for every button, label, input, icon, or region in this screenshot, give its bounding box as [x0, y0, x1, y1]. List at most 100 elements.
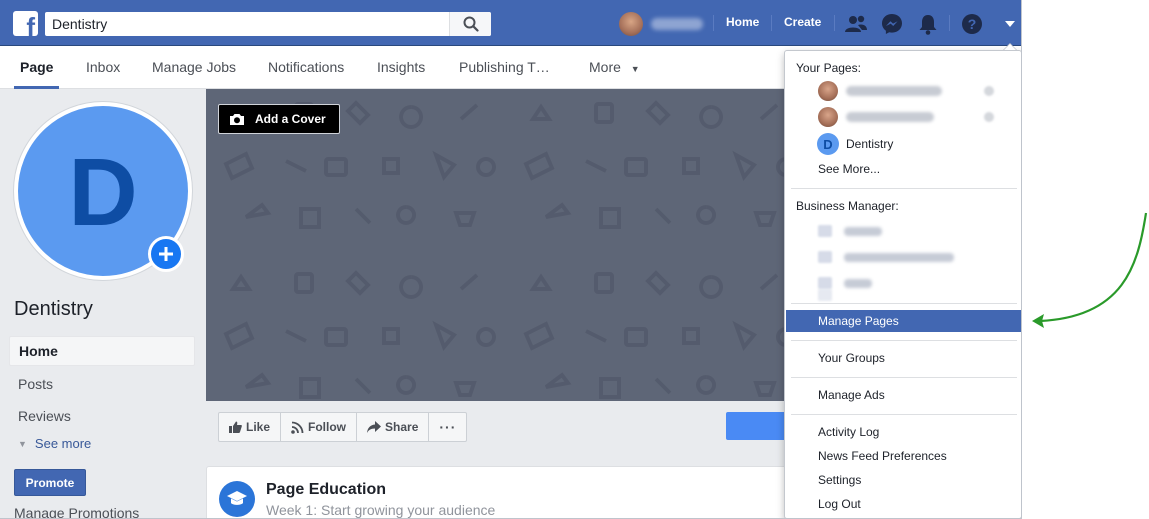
business-icon — [818, 289, 832, 301]
manage-pages-menu-item[interactable]: Manage Pages — [786, 310, 1021, 332]
home-link[interactable]: Home — [726, 15, 759, 29]
page-education-title: Page Education — [266, 481, 387, 498]
business-manager-item-redacted[interactable] — [818, 286, 832, 304]
page-left-column: D Dentistry Home Posts Reviews ▼ See mor… — [0, 89, 206, 518]
left-menu-see-more[interactable]: ▼ See more — [9, 432, 195, 456]
notification-badge — [984, 86, 994, 96]
avatar — [818, 81, 838, 101]
tab-publishing-tools[interactable]: Publishing T… — [459, 46, 550, 89]
dropdown-page-item-dentistry[interactable]: D Dentistry — [785, 133, 1021, 155]
avatar — [619, 12, 643, 36]
notification-badge — [984, 112, 994, 122]
see-more-label: See more — [34, 436, 92, 451]
log-out-menu-item[interactable]: Log Out — [785, 493, 1021, 515]
left-menu-posts[interactable]: Posts — [9, 368, 195, 400]
business-icon — [818, 251, 832, 263]
redacted-business-name — [844, 278, 872, 288]
thumbs-up-icon — [229, 421, 242, 433]
svg-text:?: ? — [968, 16, 977, 32]
business-manager-item-redacted[interactable] — [818, 222, 882, 240]
annotation-arrow — [1032, 212, 1148, 328]
redacted-business-name — [844, 252, 954, 262]
follow-label: Follow — [308, 420, 347, 434]
profile-name-redacted — [651, 18, 703, 30]
tab-page[interactable]: Page — [14, 46, 60, 89]
search-button[interactable] — [449, 12, 491, 36]
friend-requests-icon[interactable] — [844, 12, 868, 36]
settings-menu-item[interactable]: Settings — [785, 469, 1021, 491]
camera-icon — [230, 113, 244, 125]
chevron-down-icon: ▼ — [630, 64, 640, 74]
dropdown-divider — [791, 340, 1017, 341]
more-options-button[interactable]: ··· — [429, 413, 466, 441]
dropdown-page-item-redacted[interactable] — [818, 81, 942, 101]
add-cover-label: Add a Cover — [255, 112, 326, 126]
tab-inbox[interactable]: Inbox — [86, 46, 120, 89]
left-menu-home[interactable]: Home — [9, 336, 195, 366]
page-education-card: Page Education Week 1: Start growing you… — [206, 466, 806, 518]
tab-insights[interactable]: Insights — [377, 46, 425, 89]
tab-more-label: More — [589, 59, 621, 75]
call-to-action-button[interactable] — [726, 412, 786, 440]
more-dots-icon: ··· — [439, 419, 457, 435]
account-dropdown-menu: Your Pages: D Dentistry See More... Busi… — [784, 50, 1021, 518]
page-education-subtitle[interactable]: Week 1: Start growing your audience — [266, 502, 495, 518]
share-label: Share — [385, 420, 419, 434]
dropdown-divider — [791, 377, 1017, 378]
dropdown-divider — [791, 414, 1017, 415]
dropdown-caret-inner — [1004, 44, 1016, 50]
business-icon — [818, 225, 832, 237]
tab-more[interactable]: More ▼ — [589, 46, 640, 89]
create-link[interactable]: Create — [784, 15, 821, 29]
nav-divider — [834, 15, 835, 31]
graduation-cap-icon — [219, 481, 255, 517]
page-action-buttons: Like Follow Share ··· — [218, 412, 468, 442]
tab-manage-jobs[interactable]: Manage Jobs — [152, 46, 236, 89]
redacted-page-name — [846, 112, 934, 122]
avatar — [818, 107, 838, 127]
browser-page: f Home Create — [0, 0, 1022, 519]
rss-follow-icon — [291, 421, 304, 434]
news-feed-preferences-menu-item[interactable]: News Feed Preferences — [785, 445, 1021, 467]
account-menu-caret-icon[interactable] — [998, 12, 1021, 36]
manage-ads-menu-item[interactable]: Manage Ads — [785, 384, 1021, 406]
dropdown-divider — [791, 188, 1017, 189]
search-icon — [463, 16, 479, 32]
dropdown-see-more[interactable]: See More... — [785, 158, 1021, 180]
messenger-icon[interactable] — [880, 12, 904, 36]
avatar: D — [817, 133, 839, 155]
nav-divider — [771, 15, 772, 31]
your-groups-menu-item[interactable]: Your Groups — [785, 347, 1021, 369]
business-manager-item-redacted[interactable] — [818, 248, 954, 266]
notifications-icon[interactable] — [916, 12, 940, 36]
redacted-page-name — [846, 86, 942, 96]
share-button[interactable]: Share — [357, 413, 430, 441]
manage-promotions-link[interactable]: Manage Promotions — [14, 505, 139, 518]
page-avatar-letter: D — [68, 139, 138, 246]
search-box — [45, 12, 491, 36]
like-label: Like — [246, 420, 271, 434]
like-button[interactable]: Like — [219, 413, 282, 441]
nav-divider — [713, 15, 714, 31]
activity-log-menu-item[interactable]: Activity Log — [785, 421, 1021, 443]
redacted-business-name — [844, 226, 882, 236]
share-arrow-icon — [367, 421, 382, 433]
follow-button[interactable]: Follow — [281, 413, 358, 441]
nav-divider — [949, 15, 950, 31]
chevron-down-icon: ▼ — [18, 439, 27, 449]
your-pages-header: Your Pages: — [796, 61, 861, 75]
search-input[interactable] — [45, 12, 450, 36]
help-icon[interactable]: ? — [960, 12, 984, 36]
add-cover-button[interactable]: Add a Cover — [218, 104, 340, 134]
promote-button[interactable]: Promote — [14, 469, 86, 496]
profile-link[interactable] — [619, 11, 703, 37]
tab-notifications[interactable]: Notifications — [268, 46, 344, 89]
add-profile-picture-button[interactable] — [148, 236, 184, 272]
facebook-logo-icon[interactable]: f — [13, 11, 38, 36]
annotation-arrow-line — [1039, 212, 1148, 323]
top-navigation-bar: f Home Create — [0, 0, 1021, 46]
plus-icon — [159, 247, 173, 261]
left-menu-reviews[interactable]: Reviews — [9, 400, 195, 432]
dropdown-divider — [791, 303, 1017, 304]
dropdown-page-item-redacted[interactable] — [818, 107, 934, 127]
